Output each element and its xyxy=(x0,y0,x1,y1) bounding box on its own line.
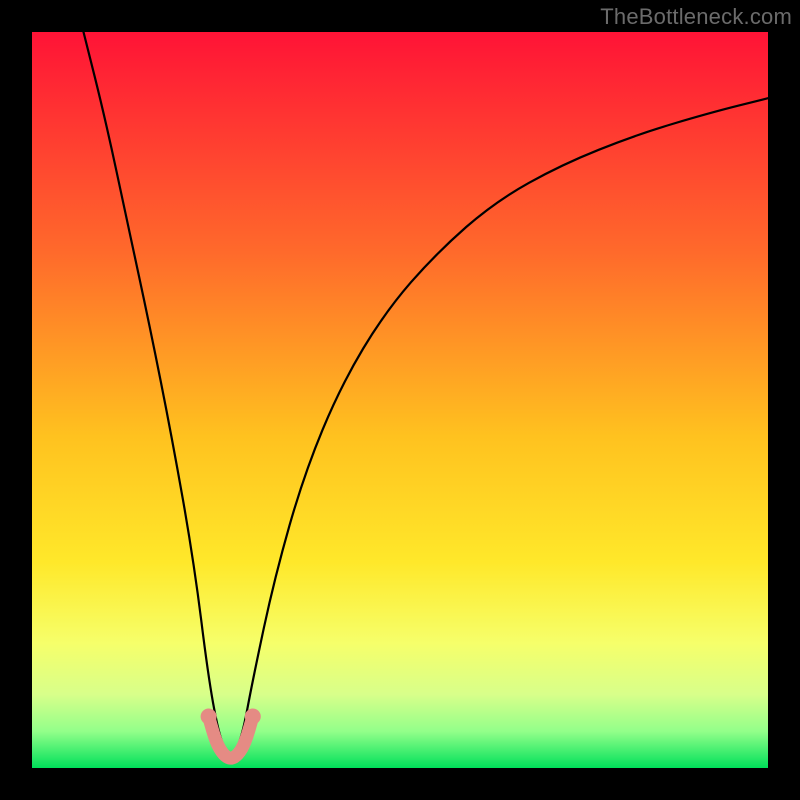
bottleneck-chart xyxy=(0,0,800,800)
plot-background xyxy=(32,32,768,768)
valley-end-dot xyxy=(245,709,261,725)
watermark-text: TheBottleneck.com xyxy=(600,4,792,30)
valley-end-dot xyxy=(201,709,217,725)
chart-container: TheBottleneck.com xyxy=(0,0,800,800)
